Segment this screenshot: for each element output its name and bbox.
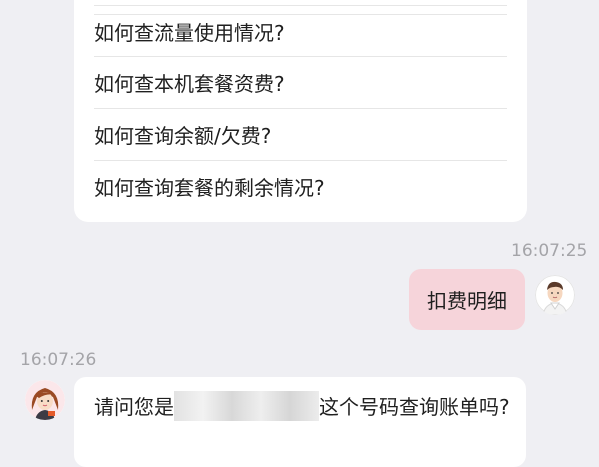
user-avatar-icon[interactable] [535, 275, 575, 315]
user-message-text: 扣费明细 [427, 289, 507, 313]
bot-avatar-icon[interactable] [25, 380, 65, 420]
bot-message-bubble: 请问您是 这个号码查询账单吗? [74, 377, 526, 467]
faq-card: 如何查流量使用情况? 如何查本机套餐资费? 如何查询余额/欠费? 如何查询套餐的… [74, 0, 527, 222]
bot-message-text-end: 这个号码查询账单吗? [319, 395, 510, 419]
faq-item[interactable]: 如何查流量使用情况? [94, 5, 507, 57]
faq-item[interactable]: 如何查询余额/欠费? [94, 108, 507, 160]
faq-item[interactable]: 如何查询套餐的剩余情况? [94, 160, 507, 212]
faq-item[interactable]: 如何查本机套餐资费? [94, 56, 507, 108]
bot-message-text-start: 请问您是 [94, 395, 174, 419]
user-message-bubble: 扣费明细 [409, 269, 525, 330]
bot-message-text: 请问您是 这个号码查询账单吗? [94, 391, 514, 423]
user-message-timestamp: 16:07:25 [511, 241, 588, 261]
redacted-phone-number [174, 391, 319, 421]
bot-message-timestamp: 16:07:26 [20, 350, 97, 370]
